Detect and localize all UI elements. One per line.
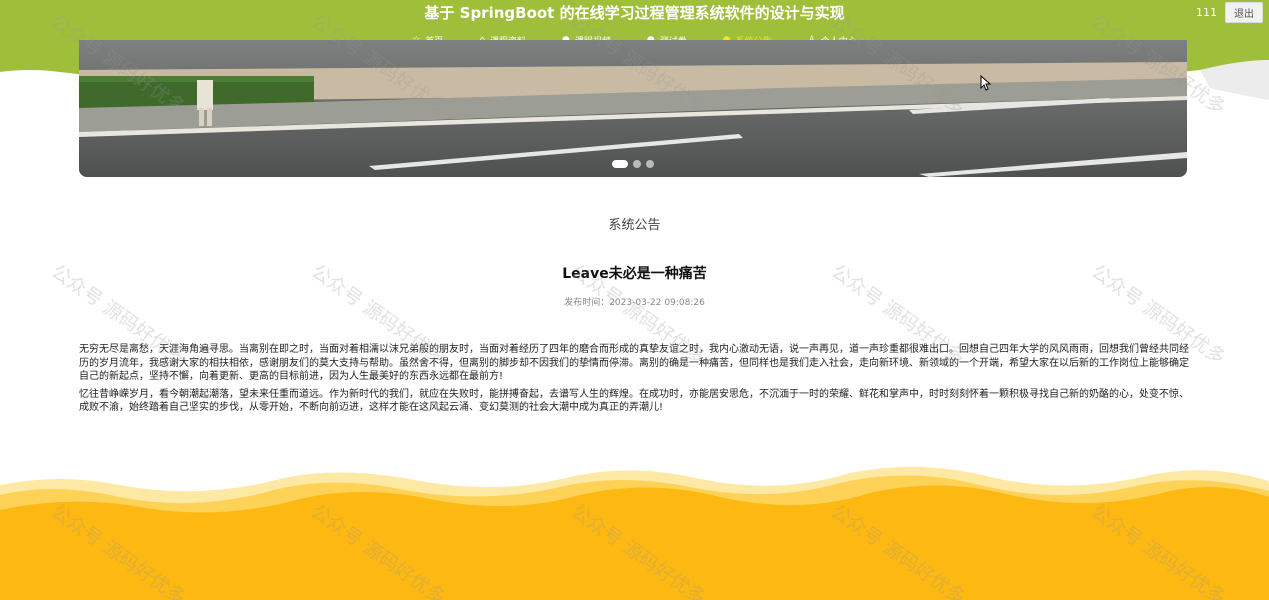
carousel-dot[interactable] (646, 160, 654, 168)
article-paragraph: 无穷无尽是离愁，天涯海角遍寻思。当离别在即之时，当面对着相濡以沫兄弟般的朋友时，… (79, 344, 1189, 382)
username: 111 (1196, 6, 1217, 19)
user-area: 111 退出 (1196, 2, 1263, 23)
section-title: 系统公告 (608, 218, 661, 233)
article-paragraph: 忆往昔峥嵘岁月，看今朝潮起潮落，望未来任重而道远。作为新时代的我们，就应在失败时… (79, 388, 1189, 414)
footer-wave-decoration (0, 455, 1269, 600)
publish-time: 2023-03-22 09:08:26 (609, 298, 705, 308)
mouse-cursor-icon (980, 75, 992, 91)
banner-image (79, 40, 1187, 177)
banner-carousel[interactable] (79, 40, 1187, 177)
article-body: 无穷无尽是离愁，天涯海角遍寻思。当离别在即之时，当面对着相濡以沫兄弟般的朋友时，… (79, 343, 1189, 419)
carousel-dot[interactable] (633, 160, 641, 168)
article-title: Leave未必是一种痛苦 (562, 266, 707, 282)
site-title: 基于 SpringBoot 的在线学习过程管理系统软件的设计与实现 (424, 4, 845, 22)
carousel-dot[interactable] (612, 160, 628, 168)
footer-waves (0, 466, 1269, 600)
carousel-indicators (79, 160, 1187, 168)
publish-label: 发布时间： (564, 298, 610, 308)
logout-button[interactable]: 退出 (1225, 2, 1263, 23)
publish-info: 发布时间：2023-03-22 09:08:26 (0, 295, 1269, 308)
